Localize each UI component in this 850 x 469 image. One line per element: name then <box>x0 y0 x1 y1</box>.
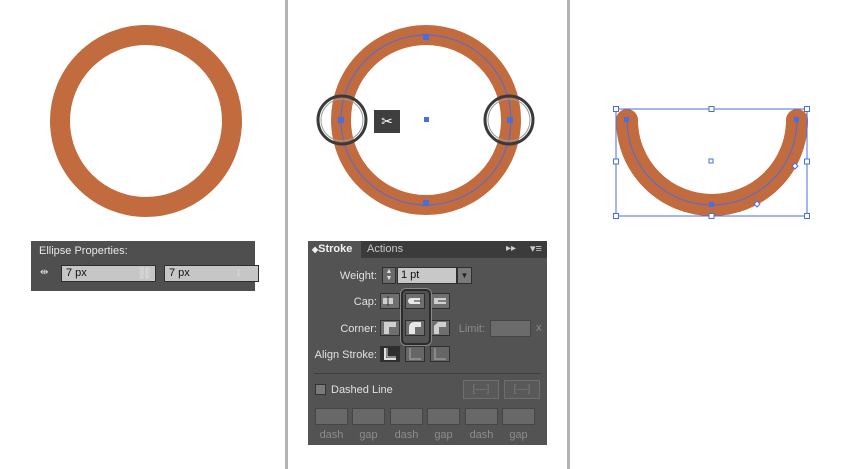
align-inside-button[interactable] <box>405 346 425 362</box>
align-dash-button[interactable]: [‒‒] <box>504 380 540 399</box>
link-icon[interactable]: ⛓ <box>137 266 152 280</box>
corner-label: Corner: <box>340 323 377 335</box>
tab-stroke[interactable]: ◆Stroke <box>308 241 361 258</box>
projecting-cap-button[interactable] <box>430 293 450 309</box>
half-ring-shape[interactable] <box>570 0 850 240</box>
panel-separator <box>314 373 541 374</box>
stroke-panel: ◆Stroke Actions ▸▸ ▾≡ Weight: ▲ ▼ 1 pt ▼ … <box>308 241 547 445</box>
align-center-button[interactable] <box>380 346 400 362</box>
align-stroke-label: Align Stroke: <box>314 349 377 361</box>
ellipse-height-field[interactable]: 7 px <box>164 265 259 282</box>
gap-1-input[interactable] <box>352 408 385 425</box>
dash-1-label: dash <box>319 429 344 441</box>
gap-3-input[interactable] <box>502 408 535 425</box>
dash-3-input[interactable] <box>465 408 498 425</box>
dashed-line-label: Dashed Line <box>331 384 393 396</box>
cap-label: Cap: <box>353 296 377 308</box>
selection-highlight <box>401 289 431 345</box>
width-arrows-icon: ⇹ <box>40 267 49 278</box>
double-arrow-icon[interactable]: ▸▸ <box>506 243 516 254</box>
gap-3-label: gap <box>509 429 528 441</box>
tab-actions[interactable]: Actions <box>363 241 403 258</box>
ring-shape-2[interactable] <box>286 0 567 240</box>
weight-label: Weight: <box>339 270 377 282</box>
weight-dropdown-icon[interactable]: ▼ <box>457 267 472 284</box>
dash-2-input[interactable] <box>390 408 423 425</box>
limit-unit: x <box>536 322 542 334</box>
ellipse-properties-panel: Ellipse Properties: ⇹ 7 px ⛓ 7 px ↨ <box>31 241 259 291</box>
dashed-line-checkbox[interactable] <box>315 384 326 395</box>
dash-1-input[interactable] <box>315 408 348 425</box>
dash-2-label: dash <box>394 429 419 441</box>
ring-shape-1[interactable] <box>0 0 285 240</box>
weight-input[interactable]: 1 pt <box>397 267 457 284</box>
preserve-dash-button[interactable]: [‒‒] <box>463 380 499 399</box>
weight-stepper[interactable]: ▲ ▼ <box>382 267 396 284</box>
gap-1-label: gap <box>359 429 378 441</box>
limit-input[interactable] <box>490 320 531 337</box>
gap-2-label: gap <box>434 429 453 441</box>
stroke-panel-tabs: ◆Stroke Actions ▸▸ ▾≡ <box>308 241 547 258</box>
limit-label: Limit: <box>458 323 485 335</box>
bevel-join-button[interactable] <box>430 320 450 336</box>
ellipse-properties-title: Ellipse Properties: <box>39 245 128 257</box>
height-arrows-icon: ↨ <box>236 267 241 278</box>
menu-icon[interactable]: ▾≡ <box>530 242 542 255</box>
butt-cap-button[interactable] <box>380 293 400 309</box>
gap-2-input[interactable] <box>427 408 460 425</box>
align-outside-button[interactable] <box>430 346 450 362</box>
scissors-icon[interactable]: ✂ <box>374 110 400 133</box>
miter-join-button[interactable] <box>380 320 400 336</box>
dash-3-label: dash <box>469 429 494 441</box>
